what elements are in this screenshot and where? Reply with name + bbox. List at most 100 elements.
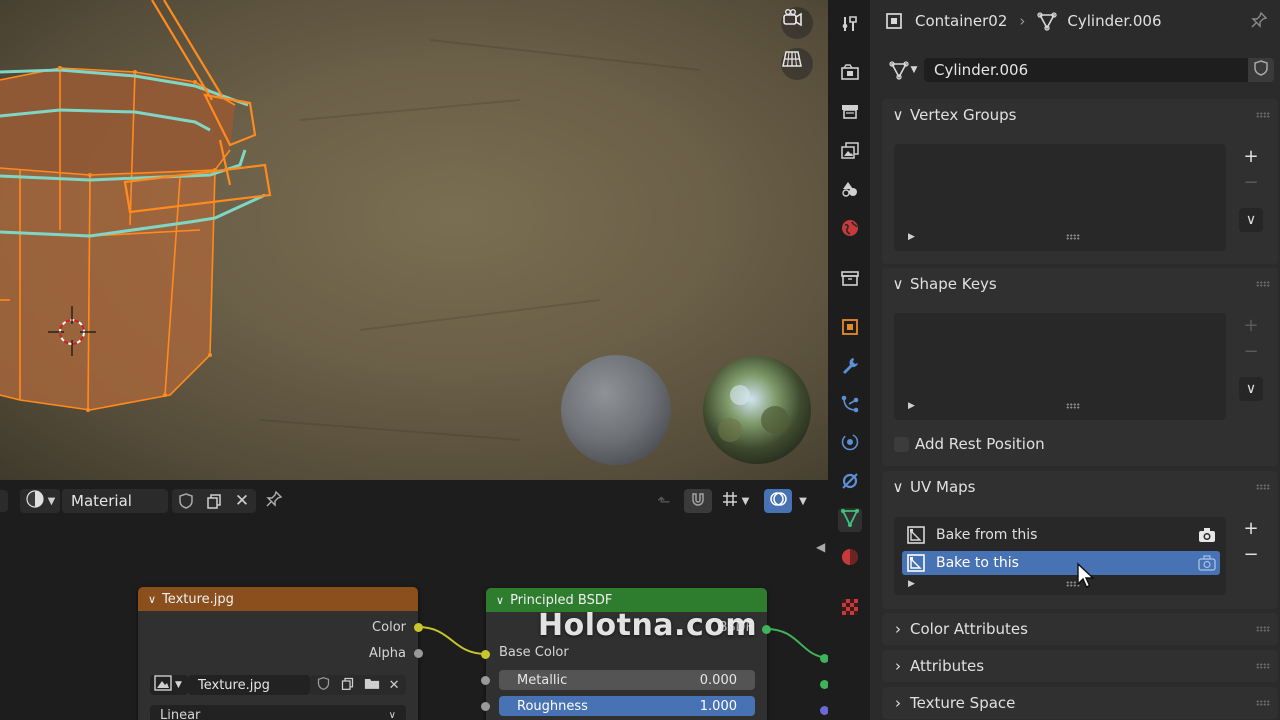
- uv-maps-header[interactable]: ∨ UV Maps: [882, 471, 1278, 503]
- tab-constraints[interactable]: [838, 471, 862, 495]
- add-shape-key-button[interactable]: +: [1239, 313, 1263, 337]
- metallic-slider[interactable]: Metallic 0.000: [499, 670, 755, 690]
- chevron-down-icon: ∨: [388, 709, 396, 720]
- filter-toggle-icon[interactable]: ▶: [908, 401, 915, 411]
- fake-user-button[interactable]: [1248, 58, 1274, 82]
- metallic-input-socket[interactable]: [481, 676, 490, 685]
- drag-handle-icon[interactable]: [1256, 700, 1270, 706]
- roughness-input-socket[interactable]: [481, 702, 490, 711]
- shader-node-editor[interactable]: ▼ Material ✕ ⬑ ▼ ▼ ◀ ∨ Texture.jpg Color…: [0, 480, 828, 720]
- output-input-socket[interactable]: [820, 654, 828, 663]
- output-input-socket[interactable]: [820, 706, 828, 715]
- image-stack-icon: [840, 140, 860, 164]
- image-texture-node[interactable]: ∨ Texture.jpg Color Alpha ▼ Texture.jpg …: [138, 587, 418, 720]
- add-vertex-group-button[interactable]: +: [1239, 144, 1263, 168]
- texture-space-panel[interactable]: › Texture Space: [882, 687, 1278, 719]
- drag-handle-icon[interactable]: [1256, 281, 1270, 287]
- remove-uv-map-button[interactable]: −: [1239, 542, 1263, 566]
- list-item[interactable]: Bake from this: [902, 523, 1220, 547]
- interpolation-dropdown[interactable]: Linear ∨: [150, 705, 406, 720]
- filter-toggle-icon[interactable]: ▶: [908, 579, 915, 589]
- ortho-toggle-button[interactable]: [781, 48, 813, 80]
- folder-icon[interactable]: [364, 676, 380, 695]
- resize-grip-icon[interactable]: [1066, 234, 1080, 240]
- tab-material[interactable]: [838, 547, 862, 571]
- bucket-mesh[interactable]: [0, 0, 272, 412]
- camera-icon[interactable]: [1198, 526, 1216, 544]
- tab-object[interactable]: [838, 317, 862, 341]
- filter-toggle-icon[interactable]: ▶: [908, 232, 915, 242]
- texture-node-header[interactable]: ∨ Texture.jpg: [138, 587, 418, 611]
- remove-shape-key-button[interactable]: −: [1239, 339, 1263, 363]
- camera-view-button[interactable]: [781, 7, 813, 39]
- color-output-socket[interactable]: [414, 623, 423, 632]
- attributes-panel[interactable]: › Attributes: [882, 650, 1278, 682]
- fake-user-shield-icon[interactable]: [316, 676, 331, 695]
- properties-tabs: [828, 0, 870, 720]
- output-input-socket[interactable]: [820, 680, 828, 689]
- add-rest-position-checkbox[interactable]: [894, 436, 909, 452]
- add-uv-map-button[interactable]: +: [1239, 516, 1263, 540]
- tab-particles[interactable]: [838, 394, 862, 418]
- chevron-down-icon: ∨: [1245, 381, 1257, 397]
- bsdf-output-socket[interactable]: [762, 625, 771, 634]
- tab-tool[interactable]: [838, 14, 862, 38]
- camera-outline-icon[interactable]: [1198, 554, 1216, 572]
- metallic-value: 0.000: [699, 672, 737, 688]
- drag-handle-icon[interactable]: [1256, 626, 1270, 632]
- image-name-field[interactable]: Texture.jpg: [188, 675, 310, 695]
- 3d-viewport[interactable]: [0, 0, 828, 480]
- shape-keys-panel: ∨ Shape Keys ▶ + − ∨ Add Rest Position: [882, 268, 1278, 466]
- tab-data[interactable]: [838, 508, 862, 532]
- minus-icon: −: [1243, 543, 1259, 565]
- alpha-output-socket[interactable]: [414, 649, 423, 658]
- vertex-groups-list[interactable]: ▶: [894, 144, 1226, 251]
- image-browse-button[interactable]: ▼: [150, 675, 188, 695]
- interpolation-value: Linear: [160, 707, 201, 720]
- tab-modifiers[interactable]: [838, 356, 862, 380]
- color-attributes-panel[interactable]: › Color Attributes: [882, 613, 1278, 645]
- chevron-down-icon: ∨: [892, 106, 904, 124]
- tab-world[interactable]: [838, 218, 862, 242]
- mesh-browse-button[interactable]: ▼: [884, 58, 922, 82]
- shape-keys-list[interactable]: ▶: [894, 313, 1226, 420]
- roughness-slider[interactable]: Roughness 1.000: [499, 696, 755, 716]
- base-color-input-socket[interactable]: [481, 650, 490, 659]
- tab-view-layer[interactable]: [838, 140, 862, 164]
- duplicate-icon[interactable]: [340, 676, 355, 695]
- chevron-down-icon: ▼: [175, 680, 182, 690]
- viewport-scene: [0, 0, 811, 465]
- plus-icon: +: [1243, 314, 1259, 336]
- add-rest-position-row[interactable]: Add Rest Position: [894, 434, 1045, 454]
- tab-collection[interactable]: [838, 268, 862, 292]
- pin-icon[interactable]: [1250, 11, 1268, 29]
- tab-physics[interactable]: [838, 432, 862, 456]
- base-color-label: Base Color: [499, 645, 569, 660]
- breadcrumb: Container02 › Cylinder.006: [870, 0, 1280, 42]
- vertex-group-specials-button[interactable]: ∨: [1239, 208, 1263, 232]
- uv-map-icon: [906, 525, 926, 545]
- drag-handle-icon[interactable]: [1256, 663, 1270, 669]
- tab-render[interactable]: [838, 62, 862, 86]
- texture-space-header[interactable]: › Texture Space: [882, 687, 1278, 719]
- drag-handle-icon[interactable]: [1256, 112, 1270, 118]
- drag-handle-icon[interactable]: [1256, 484, 1270, 490]
- tab-output[interactable]: [838, 101, 862, 125]
- shape-key-specials-button[interactable]: ∨: [1239, 377, 1263, 401]
- uv-maps-list[interactable]: Bake from this Bake to this ▶: [894, 517, 1226, 595]
- uv-map-label[interactable]: Bake to this: [936, 555, 1019, 571]
- color-attributes-header[interactable]: › Color Attributes: [882, 613, 1278, 645]
- list-item[interactable]: Bake to this: [902, 551, 1220, 575]
- tab-scene[interactable]: [838, 179, 862, 203]
- close-icon[interactable]: ✕: [389, 678, 400, 693]
- mesh-name-field[interactable]: Cylinder.006: [924, 58, 1248, 82]
- remove-vertex-group-button[interactable]: −: [1239, 170, 1263, 194]
- attributes-header[interactable]: › Attributes: [882, 650, 1278, 682]
- material-icon: [840, 547, 860, 571]
- resize-grip-icon[interactable]: [1066, 403, 1080, 409]
- shape-keys-header[interactable]: ∨ Shape Keys: [882, 268, 1278, 300]
- uv-map-label[interactable]: Bake from this: [936, 527, 1037, 543]
- vertex-groups-header[interactable]: ∨ Vertex Groups: [882, 99, 1278, 131]
- tab-texture[interactable]: [838, 597, 862, 621]
- add-rest-position-label: Add Rest Position: [915, 435, 1045, 453]
